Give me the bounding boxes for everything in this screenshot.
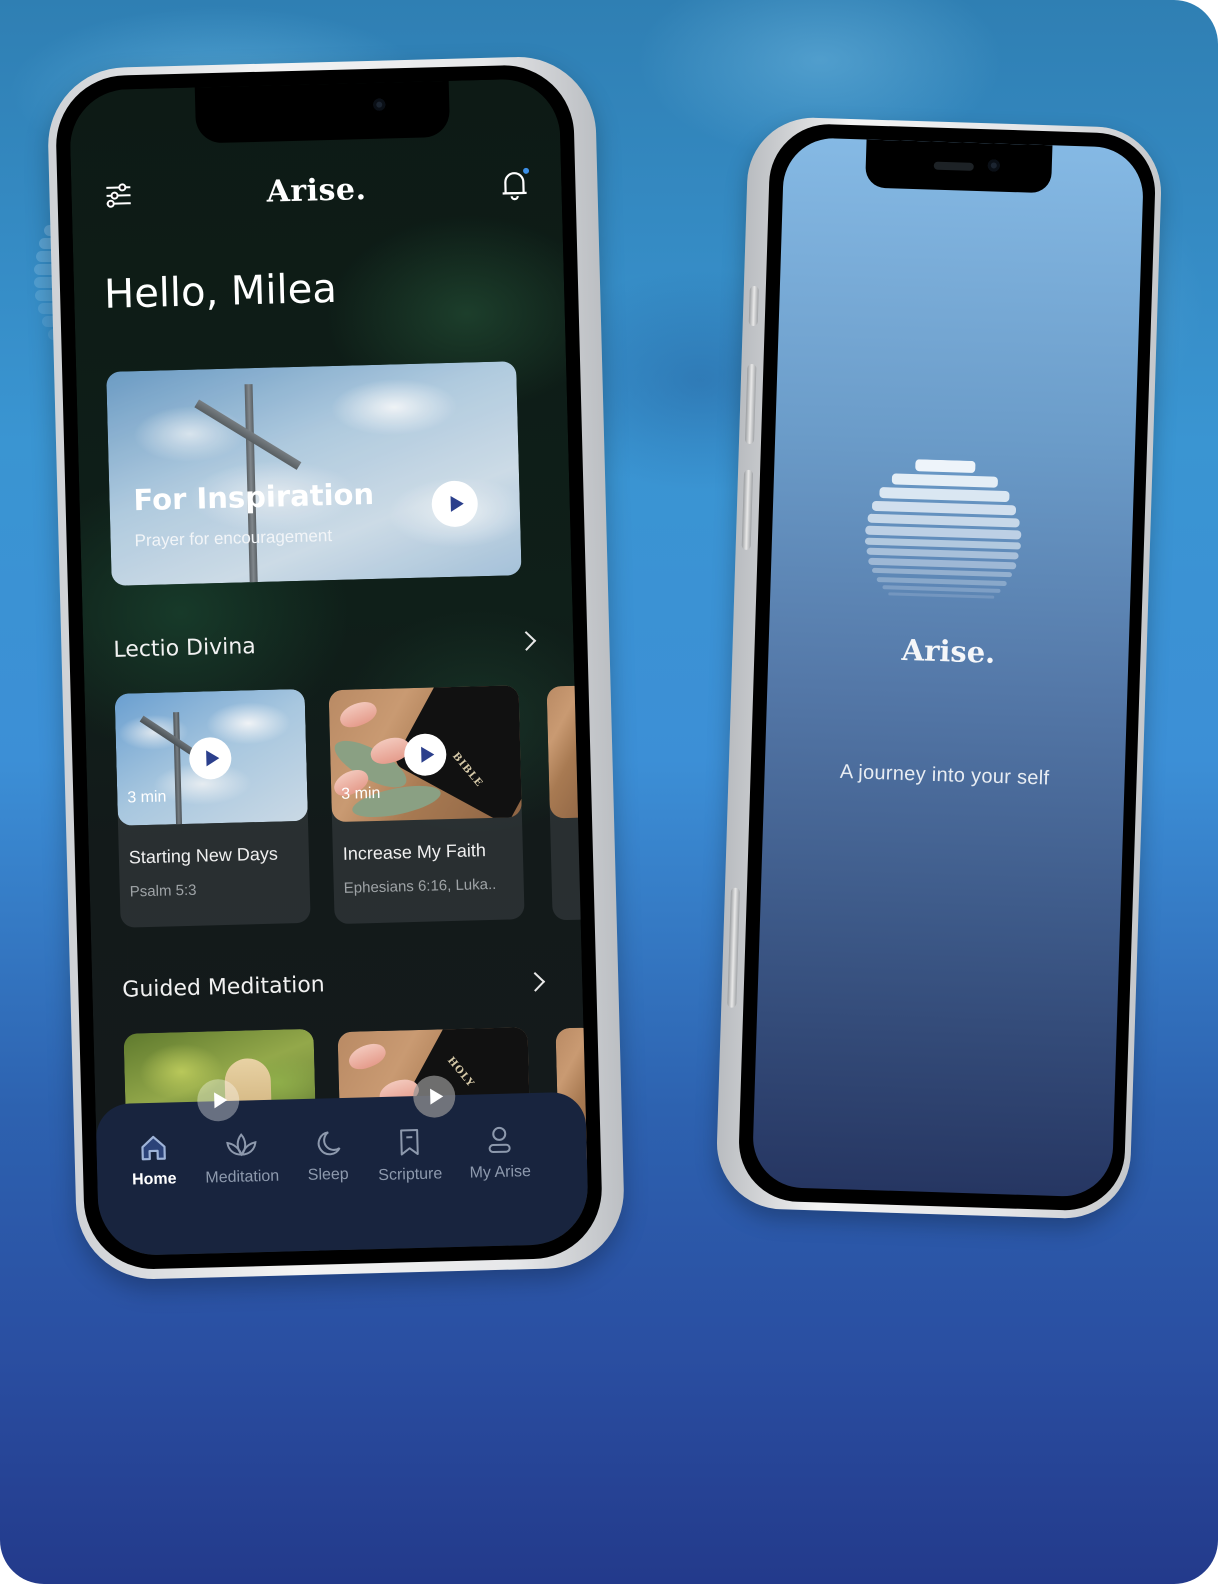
front-camera <box>373 98 386 111</box>
card-thumbnail: BIBLE 3 min <box>328 685 522 823</box>
tab-sleep[interactable]: Sleep <box>282 1127 373 1185</box>
sliders-icon <box>106 183 131 208</box>
cross-image <box>173 712 183 826</box>
filter-button[interactable] <box>101 178 136 213</box>
mute-switch <box>748 285 759 327</box>
moon-icon <box>317 1131 341 1156</box>
mockup-canvas: Arise. Hello, Milea For Inspiration Pray… <box>0 0 1218 1584</box>
earpiece-speaker <box>933 161 974 171</box>
top-bar: Arise. <box>101 163 532 218</box>
bottom-tab-bar: Home Meditation Sleep Scripture My Arise <box>95 1091 590 1257</box>
sim-tray <box>727 887 740 1008</box>
sun-stripe <box>872 567 1012 578</box>
striped-sun-icon <box>862 458 1024 603</box>
play-icon <box>429 1088 443 1105</box>
phone-notch <box>194 80 451 144</box>
sun-stripe <box>871 500 1017 516</box>
featured-title: For Inspiration <box>133 476 375 518</box>
tab-label: Home <box>131 1170 177 1189</box>
sun-stripe <box>915 459 976 474</box>
tab-label: Meditation <box>205 1167 280 1187</box>
card-play-button[interactable] <box>188 736 232 780</box>
tab-label: Sleep <box>307 1165 349 1184</box>
app-logo: Arise. <box>266 171 367 210</box>
phone-splash: Arise. A journey into your self <box>714 115 1164 1221</box>
featured-card[interactable]: For Inspiration Prayer for encouragement <box>106 361 522 586</box>
sun-stripe <box>888 592 994 600</box>
phone-home: Arise. Hello, Milea For Inspiration Pray… <box>46 55 626 1281</box>
card-subtitle: Ephesians 6:16, Luka.. <box>343 875 497 897</box>
tab-scripture[interactable]: Scripture <box>364 1125 455 1185</box>
card-duration: 3 min <box>341 784 381 803</box>
home-screen: Arise. Hello, Milea For Inspiration Pray… <box>68 77 590 1257</box>
home-icon <box>141 1135 166 1161</box>
lotus-icon <box>226 1133 257 1157</box>
tab-meditation[interactable]: Meditation <box>196 1129 287 1187</box>
sun-stripe <box>882 584 1001 593</box>
section-title-guided-meditation: Guided Meditation <box>122 972 326 1003</box>
bookmark-icon <box>400 1129 419 1156</box>
card-duration: 3 min <box>127 788 167 807</box>
play-icon <box>213 1092 227 1109</box>
featured-subtitle: Prayer for encouragement <box>134 526 333 551</box>
sun-stripe <box>891 473 998 489</box>
sun-stripe <box>879 487 1010 503</box>
play-icon <box>205 750 220 767</box>
lectio-divina-see-all-chevron-icon[interactable] <box>516 631 537 651</box>
sun-stripe <box>876 576 1007 586</box>
user-icon <box>488 1126 511 1154</box>
card-subtitle: Psalm 5:3 <box>129 881 197 901</box>
lectio-card-starting-new-days[interactable]: 3 min Starting New Days Psalm 5:3 <box>114 688 311 928</box>
phone-notch <box>865 139 1053 194</box>
notifications-button[interactable] <box>497 167 532 203</box>
sun-stripe <box>867 513 1020 528</box>
guided-meditation-see-all-chevron-icon[interactable] <box>525 971 546 992</box>
cross-image-beam <box>194 399 302 470</box>
tab-my-arise[interactable]: My Arise <box>454 1123 545 1183</box>
volume-up-button <box>744 363 757 445</box>
volume-down-button <box>741 469 754 551</box>
featured-play-button[interactable] <box>431 480 479 528</box>
front-camera <box>987 159 1000 172</box>
card-thumbnail: 3 min <box>114 688 308 826</box>
play-icon <box>450 495 464 512</box>
splash-app-title: Arise. <box>901 632 996 670</box>
tulip-image <box>336 697 380 732</box>
tab-label: My Arise <box>469 1163 532 1182</box>
card-title: Starting New Days <box>128 843 279 868</box>
tulip-image <box>345 1039 389 1074</box>
splash-screen: Arise. A journey into your self <box>751 136 1145 1198</box>
card-title: Increase My Faith <box>342 840 487 864</box>
notification-dot <box>522 167 530 174</box>
tab-home[interactable]: Home <box>108 1132 199 1190</box>
greeting: Hello, Milea <box>103 265 338 318</box>
section-title-lectio-divina: Lectio Divina <box>113 634 257 663</box>
play-icon <box>420 746 435 763</box>
sun-stripe <box>865 525 1022 540</box>
lectio-card-increase-my-faith[interactable]: BIBLE 3 min Increase My Faith Ephesians … <box>328 685 525 925</box>
tab-label: Scripture <box>378 1165 443 1185</box>
splash-tagline: A journey into your self <box>839 760 1050 790</box>
